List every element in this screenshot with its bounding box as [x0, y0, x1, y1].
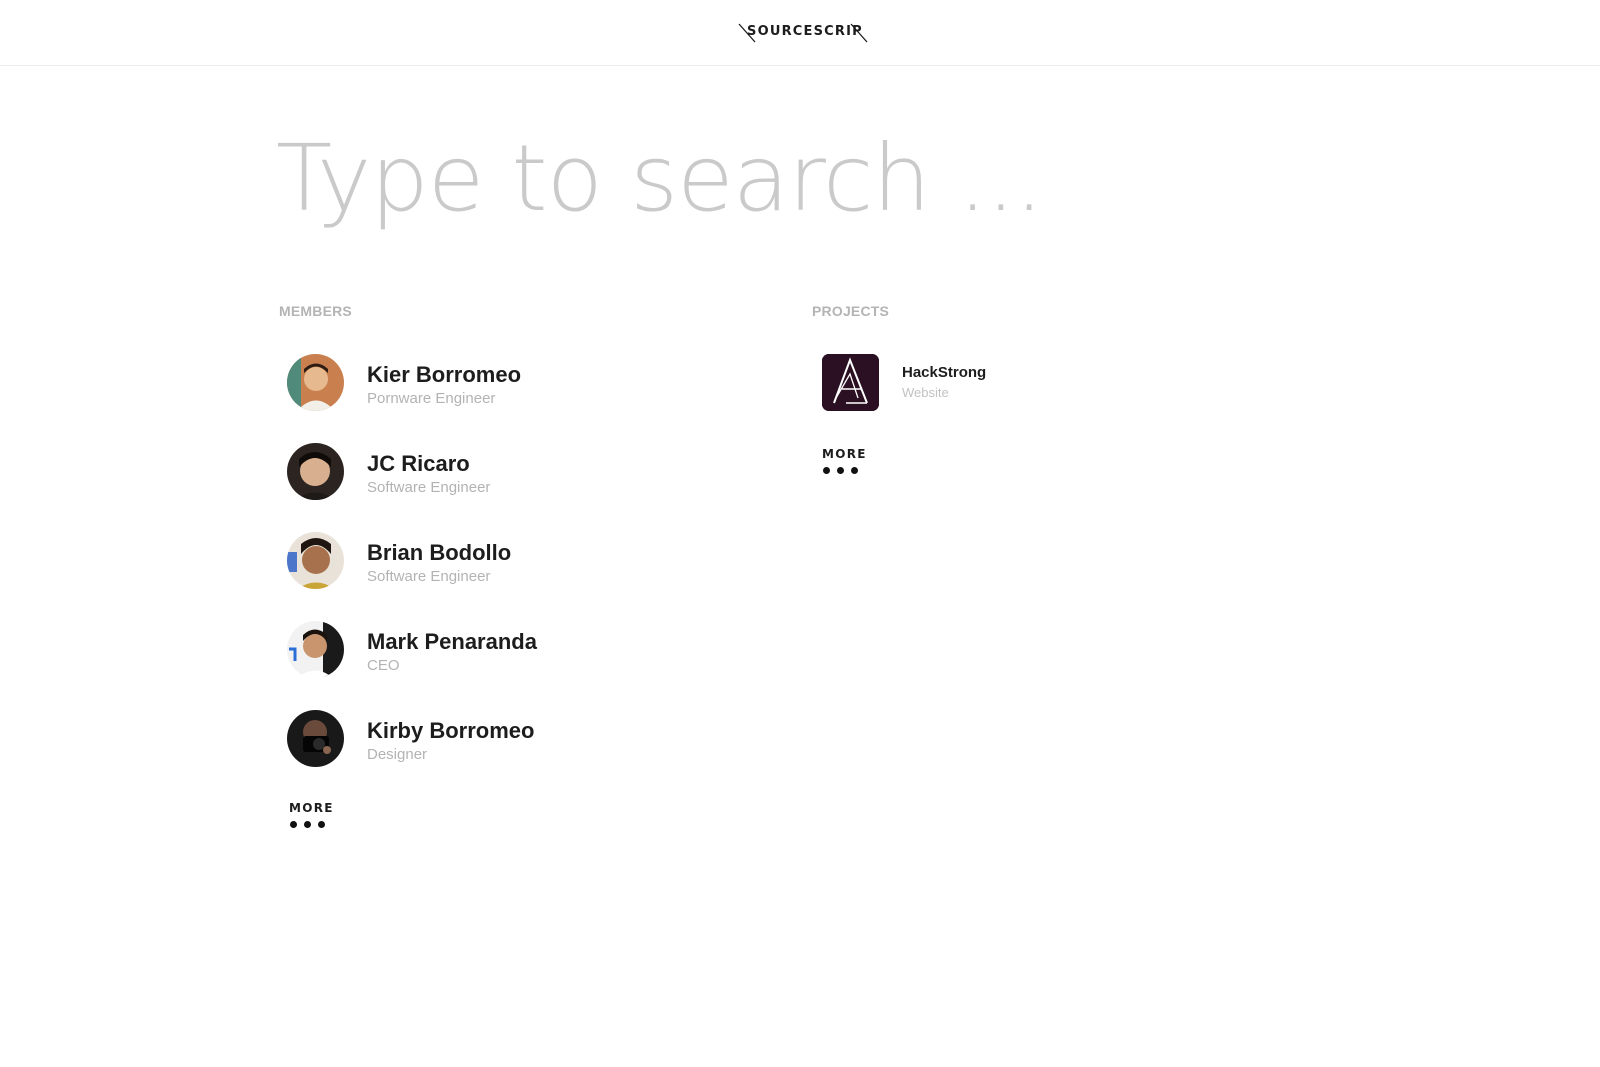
more-dots-icon — [290, 821, 330, 829]
member-role: Pornware Engineer — [367, 390, 496, 407]
member-role: Designer — [367, 746, 428, 763]
project-name: HackStrong — [902, 364, 987, 381]
projects-section-title: PROJECTS — [812, 303, 890, 319]
member-item[interactable]: Kirby Borromeo Designer — [287, 710, 687, 770]
projects-more-button[interactable]: MORE — [822, 447, 882, 483]
member-item[interactable]: Kier Borromeo Pornware Engineer — [287, 354, 687, 414]
avatar — [287, 532, 344, 589]
member-item[interactable]: JC Ricaro Software Engineer — [287, 443, 687, 503]
avatar — [287, 443, 344, 500]
member-name: JC Ricaro — [367, 451, 470, 476]
search-input[interactable] — [276, 118, 1276, 238]
brand-logo[interactable]: SOURCESCRIPT — [738, 22, 870, 43]
project-logo-icon — [822, 354, 879, 411]
member-item[interactable]: Brian Bodollo Software Engineer — [287, 532, 687, 592]
member-item[interactable]: Mark Penaranda CEO — [287, 621, 687, 681]
avatar — [287, 354, 344, 411]
avatar — [287, 621, 344, 678]
member-name: Mark Penaranda — [367, 629, 537, 654]
member-role: Software Engineer — [367, 568, 491, 585]
member-role: CEO — [367, 657, 400, 674]
logo-slash-right-icon — [850, 23, 868, 43]
brand-name: SOURCESCRIPT — [747, 24, 863, 39]
project-type: Website — [902, 385, 949, 400]
top-navbar: SOURCESCRIPT — [0, 0, 1600, 66]
project-item[interactable]: HackStrong Website — [822, 354, 1122, 412]
member-name: Kier Borromeo — [367, 362, 522, 387]
members-more-button[interactable]: MORE — [289, 801, 349, 837]
more-label: MORE — [822, 447, 867, 461]
more-label: MORE — [289, 801, 334, 815]
avatar — [287, 710, 344, 767]
member-role: Software Engineer — [367, 479, 491, 496]
more-dots-icon — [823, 467, 863, 475]
member-name: Brian Bodollo — [367, 540, 512, 565]
member-name: Kirby Borromeo — [367, 718, 535, 743]
members-section-title: MEMBERS — [279, 303, 352, 319]
